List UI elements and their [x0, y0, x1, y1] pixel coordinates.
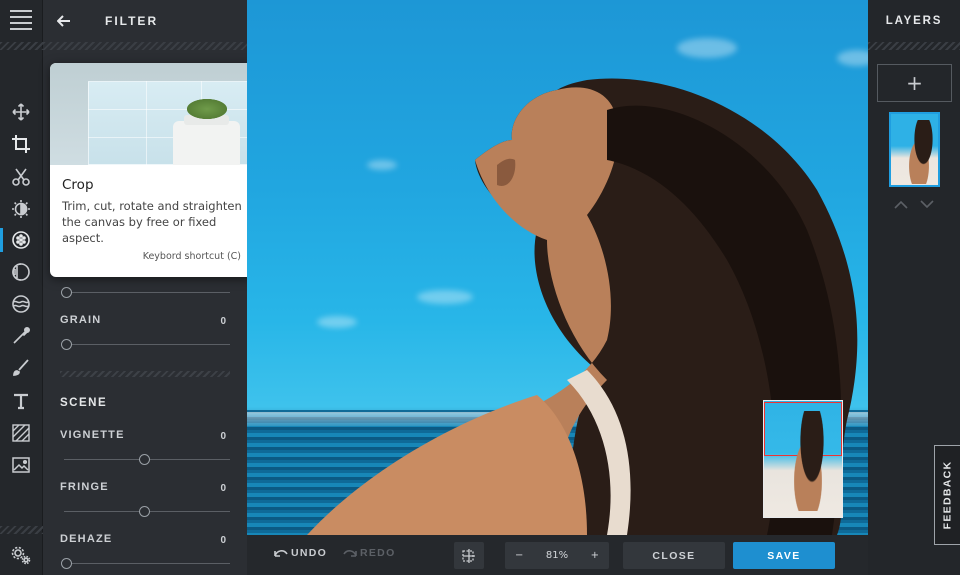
dehaze-knob[interactable]: [61, 558, 72, 569]
zoom-in-button[interactable]: +: [591, 550, 599, 561]
image-icon[interactable]: [6, 451, 36, 479]
fringe-slider[interactable]: FRINGE 0: [60, 481, 230, 521]
crop-preview-image: [50, 63, 253, 165]
undo-button[interactable]: UNDO: [274, 547, 327, 559]
panel-header: FILTER: [43, 0, 247, 42]
cutout-icon[interactable]: [6, 163, 36, 191]
dehaze-label: DEHAZE: [60, 533, 113, 545]
layers-title: LAYERS: [885, 15, 943, 27]
close-button[interactable]: CLOSE: [623, 542, 725, 569]
dehaze-slider[interactable]: DEHAZE 0: [60, 533, 230, 573]
zoom-control: − 81% +: [505, 542, 609, 569]
fringe-knob[interactable]: [139, 506, 150, 517]
add-layer-button[interactable]: +: [877, 64, 952, 102]
toolbar-divider: [0, 42, 43, 50]
text-icon[interactable]: [6, 387, 36, 415]
back-arrow-icon[interactable]: [43, 0, 85, 42]
vignette-value: 0: [220, 431, 226, 442]
panel-title: FILTER: [105, 14, 159, 28]
tooltip-description: Trim, cut, rotate and straighten the can…: [62, 199, 242, 245]
liquify-icon[interactable]: [6, 290, 36, 318]
retouch-icon[interactable]: [6, 322, 36, 350]
tooltip-shortcut: Keybord shortcut (C): [142, 251, 241, 262]
adjust-icon[interactable]: [6, 195, 36, 223]
section-divider: [60, 371, 230, 377]
undo-icon: [274, 550, 288, 557]
feedback-label: FEEDBACK: [941, 460, 954, 530]
feedback-tab[interactable]: FEEDBACK: [934, 445, 960, 545]
layer-thumbnail[interactable]: [889, 112, 940, 187]
dehaze-value: 0: [220, 535, 226, 546]
pattern-icon[interactable]: [6, 419, 36, 447]
scene-title: SCENE: [60, 397, 108, 409]
grain-value: 0: [220, 316, 226, 327]
redo-button[interactable]: REDO: [343, 547, 396, 559]
redo-icon: [343, 550, 357, 557]
panel-divider: [43, 42, 247, 50]
fringe-value: 0: [220, 483, 226, 494]
fit-screen-icon: [462, 548, 475, 563]
menu-icon[interactable]: [10, 10, 32, 30]
layer-order-controls: [894, 200, 934, 209]
grain-label: GRAIN: [60, 314, 102, 326]
grain-slider[interactable]: GRAIN 0: [60, 314, 230, 354]
move-layer-up-icon[interactable]: [894, 200, 908, 209]
move-layer-down-icon[interactable]: [920, 200, 934, 209]
navigator-thumbnail[interactable]: [763, 400, 843, 518]
settings-icon[interactable]: [6, 541, 36, 569]
grain-knob[interactable]: [61, 339, 72, 350]
draw-icon[interactable]: [6, 354, 36, 382]
transform-icon[interactable]: [6, 98, 36, 126]
fringe-label: FRINGE: [60, 481, 109, 493]
left-toolbar: [0, 0, 43, 575]
redo-label: REDO: [360, 547, 396, 559]
tooltip-title: Crop: [62, 177, 94, 193]
vignette-slider[interactable]: VIGNETTE 0: [60, 429, 230, 469]
toolbar-divider-bottom: [0, 526, 43, 534]
vignette-label: VIGNETTE: [60, 429, 125, 441]
crop-tooltip: Crop Trim, cut, rotate and straighten th…: [50, 63, 253, 277]
slider-knob[interactable]: [61, 287, 72, 298]
fit-screen-button[interactable]: [454, 542, 484, 569]
zoom-value: 81%: [545, 550, 569, 561]
photo-editor: FILTER GRAIN 0 SCENE VIGNETTE 0 FRINGE 0: [0, 0, 960, 575]
filter-icon[interactable]: [0, 226, 36, 254]
zoom-out-button[interactable]: −: [515, 550, 523, 561]
vignette-knob[interactable]: [139, 454, 150, 465]
overlay-icon[interactable]: [6, 258, 36, 286]
slider-hidden[interactable]: [60, 286, 230, 300]
save-button[interactable]: SAVE: [733, 542, 835, 569]
bottom-bar: UNDO REDO − 81% + CLOSE SAVE: [247, 535, 868, 575]
layers-divider: [868, 42, 960, 50]
undo-label: UNDO: [291, 547, 328, 559]
crop-icon[interactable]: [6, 130, 36, 158]
